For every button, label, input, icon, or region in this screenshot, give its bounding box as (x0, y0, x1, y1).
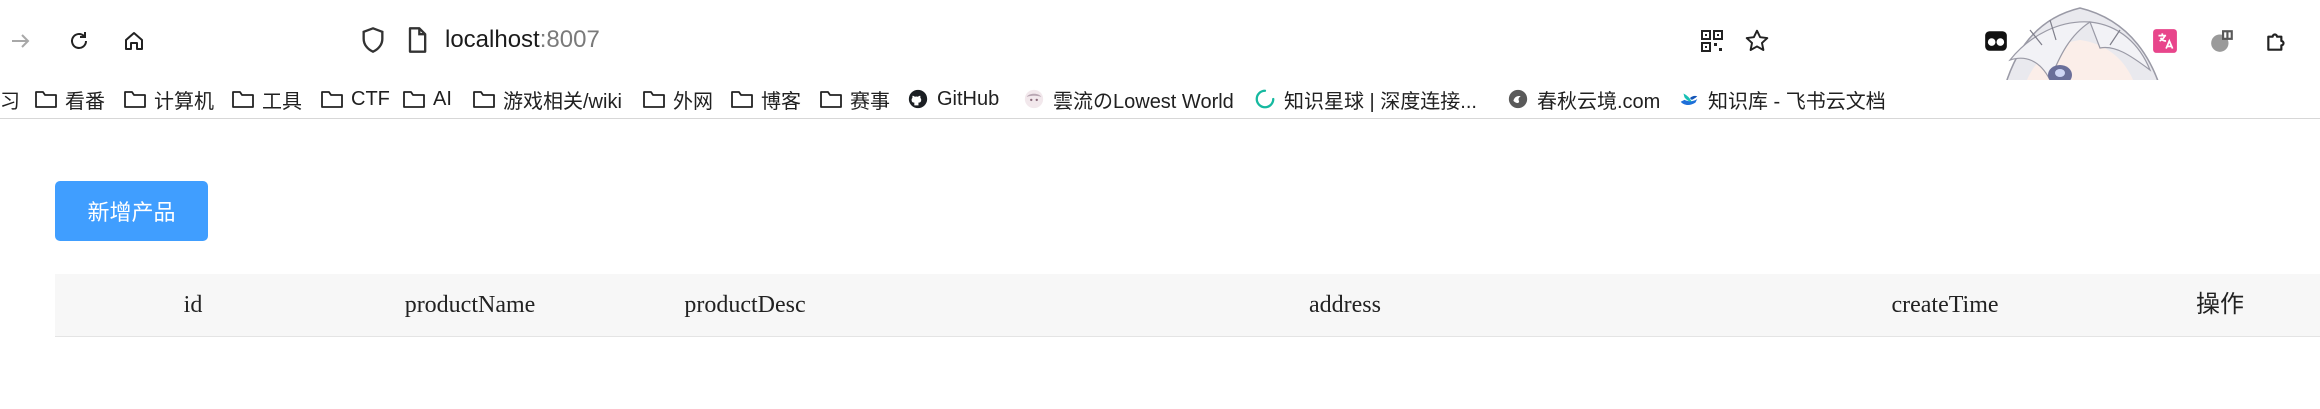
address-bar[interactable]: localhost:8007 (355, 14, 1795, 66)
bookmark-label: 知识库 - 飞书云文档 (1708, 90, 1886, 113)
folder-icon (472, 88, 496, 110)
bookmark-label: 计算机 (154, 90, 214, 113)
bookmark-folder-contests[interactable]: 赛事 (819, 80, 890, 118)
puzzle-icon (2267, 33, 2285, 51)
reload-icon (71, 32, 87, 49)
column-header-actions[interactable]: 操作 (2196, 274, 2244, 336)
column-header-product-name[interactable]: productName (405, 274, 536, 336)
folder-icon (231, 88, 255, 110)
bookmark-label: 知识星球 | 深度连接... (1284, 90, 1477, 113)
bookmark-folder-ai[interactable]: AI (402, 80, 452, 118)
bookmark-label: 春秋云境.com (1537, 90, 1661, 113)
bookmark-label: 习 (0, 90, 20, 113)
url-host: localhost (445, 26, 540, 53)
cloud-logo-icon (1506, 88, 1530, 110)
bookmark-folder-tools[interactable]: 工具 (231, 80, 302, 118)
forward-button[interactable] (4, 24, 38, 58)
bookmark-label: GitHub (937, 87, 1000, 110)
feishu-icon (1677, 88, 1701, 110)
bookmark-folder-kanfan[interactable]: 看番 (34, 80, 105, 118)
table-header: id productName productDesc address creat… (55, 274, 2320, 337)
column-header-product-desc[interactable]: productDesc (684, 274, 805, 336)
star-icon (1745, 29, 1769, 51)
url-port: :8007 (539, 26, 600, 53)
bookmark-feishu[interactable]: 知识库 - 飞书云文档 (1677, 80, 1886, 118)
forward-arrow-icon (12, 34, 30, 48)
github-icon (906, 88, 930, 110)
folder-icon (123, 88, 147, 110)
column-header-address[interactable]: address (1309, 274, 1381, 336)
bookmark-folder-external[interactable]: 外网 (642, 80, 713, 118)
extension-gray-button[interactable] (2205, 24, 2239, 58)
folder-icon (819, 88, 843, 110)
home-icon (125, 32, 143, 50)
home-button[interactable] (117, 24, 151, 58)
gray-extension-icon (2211, 30, 2233, 52)
folder-icon (402, 88, 426, 110)
bookmarks-bar: 习 看番 计算机 工具 CTF AI 游戏相关/wiki 外网 博客 赛事 Gi… (0, 80, 2320, 119)
bookmark-label: 外网 (673, 90, 713, 113)
bookmark-folder-ctf[interactable]: CTF (320, 80, 390, 118)
folder-icon (34, 88, 58, 110)
column-header-id[interactable]: id (184, 274, 203, 336)
bookmark-label: 看番 (65, 90, 105, 113)
bookmark-label: AI (433, 87, 452, 110)
bookmark-github[interactable]: GitHub (906, 80, 999, 118)
folder-icon (642, 88, 666, 110)
bookmark-label: CTF (351, 87, 390, 110)
bookmark-label: 工具 (262, 90, 302, 113)
bookmark-label: 赛事 (850, 90, 890, 113)
folder-icon (730, 88, 754, 110)
bookmark-chunqiu[interactable]: 春秋云境.com (1506, 80, 1660, 118)
folder-icon (320, 88, 344, 110)
bookmark-folder-games[interactable]: 游戏相关/wiki (472, 80, 622, 118)
bookmark-label: 博客 (761, 90, 801, 113)
anime-avatar-icon (1022, 88, 1046, 110)
column-header-create-time[interactable]: createTime (1891, 274, 1998, 336)
bookmark-label: 雲流のLowest World (1053, 90, 1234, 113)
extensions-menu-button[interactable] (2260, 24, 2294, 58)
qr-code-icon (1701, 30, 1723, 52)
bookmark-star-button[interactable] (1740, 24, 1774, 58)
shield-icon (362, 27, 384, 53)
qr-code-button[interactable] (1695, 24, 1729, 58)
page-icon (408, 27, 427, 53)
bookmark-yunliu[interactable]: 雲流のLowest World (1022, 80, 1234, 118)
bookmark-folder-partial[interactable]: 习 (0, 80, 20, 118)
url-text[interactable]: localhost:8007 (445, 26, 600, 54)
reload-button[interactable] (62, 24, 96, 58)
bookmark-zsxq[interactable]: 知识星球 | 深度连接... (1253, 80, 1477, 118)
loading-ring-icon (1253, 88, 1277, 110)
bookmark-folder-blog[interactable]: 博客 (730, 80, 801, 118)
browser-toolbar: localhost:8007 (0, 0, 2320, 105)
add-product-button[interactable]: 新增产品 (55, 181, 208, 241)
bookmark-folder-computer[interactable]: 计算机 (123, 80, 214, 118)
bookmark-label: 游戏相关/wiki (503, 90, 622, 113)
